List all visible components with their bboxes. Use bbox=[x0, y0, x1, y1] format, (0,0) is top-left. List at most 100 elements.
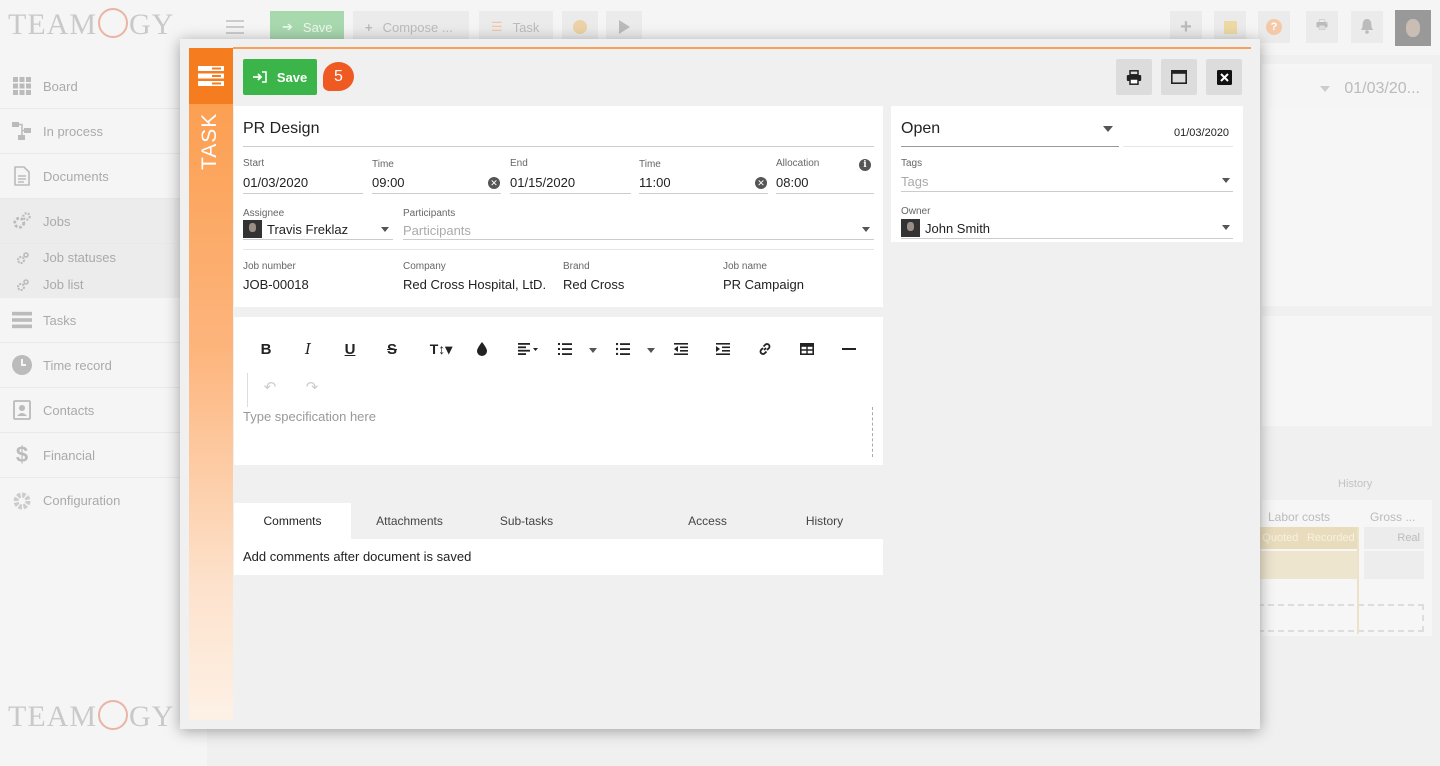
tags-select[interactable]: Tags bbox=[901, 174, 928, 189]
toolbar-divider bbox=[247, 373, 248, 407]
field-underline bbox=[243, 193, 363, 194]
small-gears-icon bbox=[16, 251, 30, 265]
status-select[interactable]: Open bbox=[901, 120, 940, 138]
plus-icon: + bbox=[1180, 15, 1192, 38]
gear-icon bbox=[12, 491, 32, 511]
sidebar-item-documents[interactable]: Documents bbox=[0, 154, 207, 199]
bold-icon[interactable]: B bbox=[253, 336, 279, 362]
sidebar-item-time-record[interactable]: Time record bbox=[0, 343, 207, 388]
note-icon bbox=[1223, 20, 1237, 34]
sidebar-item-label: Financial bbox=[43, 447, 96, 463]
brand-label: Brand bbox=[563, 261, 590, 272]
chevron-down-icon[interactable] bbox=[381, 227, 389, 232]
tab-sub-tasks[interactable]: Sub-tasks bbox=[468, 503, 585, 539]
company-value: Red Cross Hospital, LtD. bbox=[403, 277, 547, 292]
start-time-input[interactable]: 09:00 bbox=[372, 175, 405, 190]
redo-icon[interactable]: ↷ bbox=[299, 374, 325, 400]
tab-history[interactable]: History bbox=[766, 503, 883, 539]
save-button[interactable]: Save bbox=[243, 59, 317, 95]
start-date-input[interactable]: 01/03/2020 bbox=[243, 175, 308, 190]
field-underline bbox=[1123, 146, 1233, 147]
chevron-down-icon[interactable] bbox=[647, 348, 655, 353]
avatar-face bbox=[1406, 19, 1420, 37]
link-icon[interactable] bbox=[752, 336, 778, 362]
contact-book-icon bbox=[12, 400, 32, 420]
italic-icon[interactable]: I bbox=[295, 336, 321, 362]
font-size-icon[interactable]: T↕▾ bbox=[421, 336, 461, 362]
sidebar-item-jobs[interactable]: Jobs bbox=[0, 199, 207, 244]
sidebar-item-label: Job list bbox=[43, 277, 84, 292]
outdent-icon[interactable] bbox=[668, 336, 694, 362]
plus-icon: + bbox=[365, 19, 373, 35]
job-number-value: JOB-00018 bbox=[243, 277, 309, 292]
close-icon bbox=[1216, 69, 1232, 85]
sidebar-item-job-statuses[interactable]: Job statuses bbox=[0, 244, 207, 271]
user-avatar[interactable] bbox=[1395, 10, 1431, 46]
assignee-label: Assignee bbox=[243, 208, 285, 219]
strikethrough-icon[interactable]: S bbox=[379, 336, 405, 362]
owner-avatar bbox=[901, 219, 920, 237]
align-icon[interactable] bbox=[512, 336, 544, 362]
dollar-icon: $ bbox=[15, 442, 29, 467]
print-button[interactable]: 🖶 bbox=[1306, 11, 1338, 43]
participants-select[interactable]: Participants bbox=[403, 223, 471, 238]
field-underline bbox=[901, 146, 1119, 147]
sidebar-item-contacts[interactable]: Contacts bbox=[0, 388, 207, 433]
sidebar-item-job-list[interactable]: Job list bbox=[0, 271, 207, 298]
help-icon: ? bbox=[1266, 19, 1282, 35]
tasks-icon bbox=[12, 310, 32, 330]
teamogy-logo: TEAM GY bbox=[8, 8, 175, 41]
chevron-down-icon[interactable] bbox=[1222, 178, 1230, 183]
chevron-down-icon[interactable] bbox=[862, 227, 870, 232]
step-badge: 5 bbox=[323, 62, 354, 91]
underline-icon[interactable]: U bbox=[337, 336, 363, 362]
chevron-down-icon[interactable] bbox=[1103, 126, 1113, 132]
sidebar-item-board[interactable]: Board bbox=[0, 64, 207, 109]
owner-label: Owner bbox=[901, 206, 931, 217]
ordered-list-icon[interactable] bbox=[552, 336, 578, 362]
info-icon[interactable]: i bbox=[859, 159, 871, 171]
job-name-label: Job name bbox=[723, 261, 767, 272]
clear-icon[interactable]: ✕ bbox=[488, 177, 500, 189]
real-header: Real bbox=[1364, 527, 1424, 549]
sidebar-item-label: Configuration bbox=[43, 493, 121, 508]
horizontal-rule-icon[interactable] bbox=[836, 336, 862, 362]
close-button[interactable] bbox=[1206, 59, 1242, 95]
maximize-button[interactable] bbox=[1161, 59, 1197, 95]
indent-icon[interactable] bbox=[710, 336, 736, 362]
task-title-input[interactable]: PR Design bbox=[243, 117, 874, 147]
labor-costs-header: Labor costs bbox=[1268, 510, 1331, 524]
chevron-down-icon[interactable] bbox=[589, 348, 597, 353]
clear-icon[interactable]: ✕ bbox=[755, 177, 767, 189]
print-button[interactable] bbox=[1116, 59, 1152, 95]
help-button[interactable]: ? bbox=[1258, 11, 1290, 43]
unordered-list-icon[interactable] bbox=[610, 336, 636, 362]
owner-select[interactable]: John Smith bbox=[925, 221, 990, 236]
assignee-avatar bbox=[243, 220, 262, 238]
tab-attachments[interactable]: Attachments bbox=[351, 503, 468, 539]
notifications-button[interactable] bbox=[1351, 11, 1383, 43]
undo-icon[interactable]: ↶ bbox=[257, 374, 283, 400]
chevron-down-icon[interactable] bbox=[1222, 225, 1230, 230]
sidebar-item-in-process[interactable]: In process bbox=[0, 109, 207, 154]
field-underline bbox=[372, 193, 501, 194]
table-icon[interactable] bbox=[794, 336, 820, 362]
end-date-input[interactable]: 01/15/2020 bbox=[510, 175, 575, 190]
allocation-input[interactable]: 08:00 bbox=[776, 175, 809, 190]
print-icon: 🖶 bbox=[1315, 17, 1329, 32]
tab-comments[interactable]: Comments bbox=[234, 503, 351, 539]
tab-access[interactable]: Access bbox=[649, 503, 766, 539]
background-history-label: History bbox=[1338, 478, 1373, 490]
allocation-label: Allocation bbox=[776, 158, 820, 169]
assignee-select[interactable]: Travis Freklaz bbox=[267, 222, 348, 237]
field-underline bbox=[901, 238, 1233, 239]
specification-input[interactable]: Type specification here bbox=[243, 409, 376, 424]
text-color-icon[interactable] bbox=[469, 336, 495, 362]
field-underline bbox=[901, 191, 1233, 192]
clock-icon bbox=[573, 20, 587, 34]
end-time-input[interactable]: 11:00 bbox=[639, 175, 671, 190]
sidebar-item-tasks[interactable]: Tasks bbox=[0, 298, 207, 343]
resize-handle[interactable] bbox=[872, 407, 873, 457]
sidebar-item-financial[interactable]: $ Financial bbox=[0, 433, 207, 478]
sidebar-item-configuration[interactable]: Configuration bbox=[0, 478, 207, 523]
